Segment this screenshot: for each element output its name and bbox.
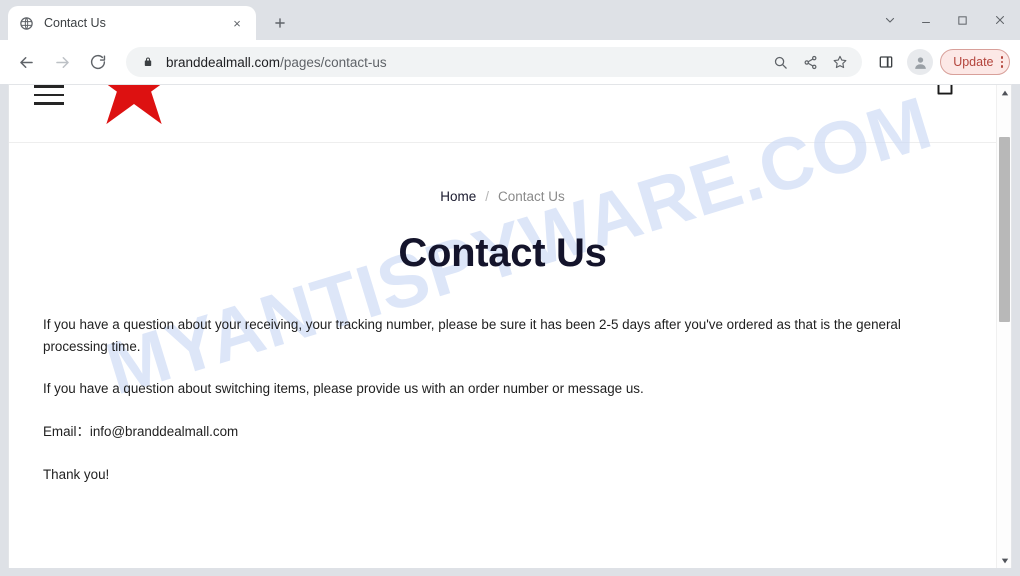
forward-arrow-icon [46, 46, 78, 78]
hamburger-menu-icon[interactable] [34, 85, 64, 105]
lock-icon [140, 54, 156, 70]
new-tab-button[interactable] [266, 9, 294, 37]
web-page: MYANTISPYWARE.COM Home / Contact Us Cont… [9, 85, 996, 568]
red-star-logo[interactable] [89, 85, 179, 125]
tab-title: Contact Us [44, 16, 106, 30]
paragraph-processing-time: If you have a question about your receiv… [43, 317, 901, 354]
window-close-icon[interactable] [980, 3, 1020, 37]
breadcrumb-separator: / [485, 189, 489, 204]
page-content: Home / Contact Us Contact Us If you have… [9, 143, 996, 486]
url-text: branddealmall.com/pages/contact-us [166, 55, 387, 70]
window-controls [872, 0, 1020, 40]
page-scrollbar[interactable] [996, 85, 1011, 568]
shopping-cart-icon[interactable] [932, 85, 958, 99]
star-icon[interactable] [826, 48, 854, 76]
contact-body: If you have a question about your receiv… [43, 276, 962, 486]
omnibox-actions [764, 48, 854, 76]
profile-avatar[interactable] [907, 49, 934, 75]
page-title: Contact Us [398, 231, 607, 275]
paragraph-email: Email：info@branddealmall.com [43, 424, 239, 440]
browser-window: Contact Us × branddealmall.com/pages/con… [0, 0, 1020, 576]
close-icon[interactable]: × [228, 14, 246, 32]
breadcrumb-current: Contact Us [498, 189, 565, 204]
browser-toolbar: branddealmall.com/pages/contact-us Updat… [0, 40, 1020, 84]
chevron-down-icon[interactable] [872, 3, 908, 37]
breadcrumb-home-link[interactable]: Home [440, 189, 476, 204]
side-panel-icon[interactable] [871, 47, 901, 77]
url-domain: branddealmall.com [166, 54, 281, 70]
globe-icon [18, 15, 35, 32]
url-path: /pages/contact-us [280, 54, 387, 70]
back-arrow-icon[interactable] [10, 46, 42, 78]
minimize-icon[interactable] [908, 3, 944, 37]
window-bottom-edge [0, 568, 1020, 576]
tab-strip: Contact Us × [0, 0, 1020, 40]
maximize-icon[interactable] [944, 3, 980, 37]
search-icon[interactable] [766, 48, 794, 76]
update-label: Update [953, 55, 994, 69]
paragraph-thank-you: Thank you! [43, 466, 110, 482]
page-viewport: MYANTISPYWARE.COM Home / Contact Us Cont… [8, 84, 1012, 568]
scroll-up-arrow-icon[interactable] [997, 85, 1011, 100]
share-icon[interactable] [796, 48, 824, 76]
reload-icon[interactable] [82, 46, 114, 78]
breadcrumb: Home / Contact Us [9, 189, 996, 204]
scrollbar-thumb[interactable] [999, 137, 1010, 322]
browser-tab-contact-us[interactable]: Contact Us × [8, 6, 256, 40]
scroll-down-arrow-icon[interactable] [997, 553, 1011, 568]
three-dot-menu-icon[interactable] [1000, 56, 1003, 68]
address-bar[interactable]: branddealmall.com/pages/contact-us [126, 47, 863, 77]
site-header [9, 85, 996, 143]
update-button[interactable]: Update [940, 49, 1010, 75]
paragraph-switching-items: If you have a question about switching i… [43, 381, 644, 397]
